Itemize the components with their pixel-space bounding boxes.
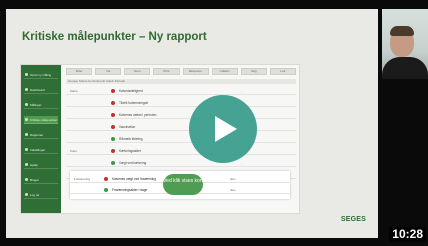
presenter-hair [390, 26, 414, 36]
presenter-webcam [382, 9, 428, 79]
bullet-icon [25, 178, 28, 181]
status-indicator-icon [111, 89, 115, 93]
video-duration: 10:28 [389, 227, 426, 242]
app-toolbar: Filter Vis Gem Print Eksporter Udskriv Søg Luk [66, 68, 296, 76]
bullet-icon [25, 148, 28, 151]
row-value: Ikke [230, 177, 236, 181]
toolbar-button[interactable]: Eksporter [182, 68, 209, 75]
bullet-icon [25, 73, 28, 76]
presenter-body [382, 57, 428, 79]
status-indicator-icon [111, 137, 115, 141]
row-value: Ikke [230, 188, 236, 192]
sidebar-item[interactable]: Bruger [24, 176, 58, 184]
sidebar-item-label: Bruger [30, 178, 40, 182]
status-indicator-icon [111, 161, 115, 165]
status-indicator-icon [111, 125, 115, 129]
status-indicator-icon [111, 149, 115, 153]
sidebar-item-label: Målinger [30, 103, 42, 107]
play-icon[interactable] [215, 116, 237, 142]
row-value: - [241, 161, 242, 165]
table-header: Gruppe Status Kontrolpunkt Værdi Periode [66, 79, 296, 84]
toolbar-button[interactable]: Søg [240, 68, 267, 75]
bullet-icon [25, 193, 28, 196]
status-indicator-icon [104, 177, 108, 181]
bullet-icon [25, 133, 28, 136]
sidebar-item-label: Dashboard [30, 88, 45, 92]
status-indicator-icon [111, 101, 115, 105]
bullet-icon [25, 88, 28, 91]
status-indicator-icon [104, 188, 108, 192]
bullet-icon [25, 118, 28, 121]
table-row[interactable]: KvierKælvningsalder- [66, 147, 296, 155]
sidebar-item-label: Log ud [30, 193, 40, 197]
toolbar-button[interactable]: Vis [95, 68, 122, 75]
table-row[interactable]: Vaccination- [66, 123, 296, 131]
sidebar-item-label: Rapporter [30, 133, 44, 137]
toolbar-button[interactable]: Udskriv [211, 68, 238, 75]
sidebar-item-label: Hjælp [30, 163, 38, 167]
row-label: Vægt ved kælvning [119, 161, 147, 165]
row-label: Kalvedødelighed [119, 89, 143, 93]
callout-bubble: Ved klik vises kort [163, 174, 203, 195]
toolbar-button[interactable]: Gem [124, 68, 151, 75]
table-row[interactable]: Kalve Kalvedødelighed - [66, 87, 296, 95]
slide-title: Kritiske målepunkter – Ny rapport [22, 31, 207, 43]
sidebar-item[interactable]: Opret ny måling [24, 71, 58, 79]
sidebar-item[interactable]: Rapporter [24, 131, 58, 139]
bullet-icon [25, 163, 28, 166]
status-indicator-icon [111, 113, 115, 117]
sidebar-item[interactable]: Kritiske målepunkter [24, 116, 58, 124]
seges-logo: SEGES [340, 216, 366, 223]
row-value: - [241, 89, 242, 93]
toolbar-button[interactable]: Luk [269, 68, 296, 75]
table-row[interactable]: Vægt ved kælvning - [66, 159, 296, 167]
sidebar-item-label: Indstillinger [30, 148, 46, 152]
sidebar-item[interactable]: Dashboard [24, 86, 58, 94]
toolbar-button[interactable]: Print [153, 68, 180, 75]
bullet-icon [25, 103, 28, 106]
sidebar-item[interactable]: Hjælp [24, 161, 58, 169]
app-sidebar: Opret ny måling Dashboard Målinger Kritiske… [21, 65, 61, 213]
sidebar-item-label: Kritiske målepunkter [30, 118, 58, 122]
sidebar-item-label: Opret ny måling [30, 73, 52, 77]
toolbar-button[interactable]: Filter [66, 68, 93, 75]
table-row[interactable]: Kalvenes vækst i perioden- [66, 111, 296, 119]
table-row[interactable]: Råmælk tildeling- [66, 135, 296, 143]
table-row[interactable]: Tildelt fodermængde- [66, 99, 296, 107]
sidebar-item[interactable]: Indstillinger [24, 146, 58, 154]
video-thumbnail[interactable]: Kritiske målepunkter – Ny rapport Opret … [0, 0, 428, 246]
row-group: Kalve [70, 89, 78, 93]
sidebar-item[interactable]: Log ud [24, 191, 58, 199]
row-group: Kvier [70, 149, 77, 153]
row-group: Fravænning [74, 177, 91, 181]
sidebar-item[interactable]: Målinger [24, 101, 58, 109]
